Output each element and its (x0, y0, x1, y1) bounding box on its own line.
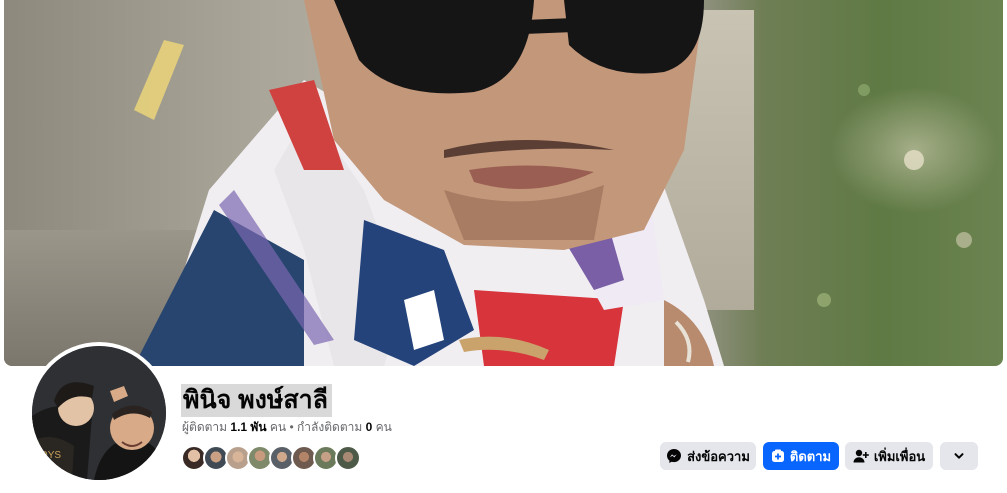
stats-separator: • (289, 420, 294, 434)
add-friend-button-label: เพิ่มเพื่อน (873, 448, 926, 464)
cover-person-illustration (134, 0, 972, 366)
followers-count: 1.1 พัน (230, 420, 267, 434)
more-options-button[interactable] (940, 442, 978, 470)
following-link[interactable]: กำลังติดตาม 0 คน (297, 420, 392, 434)
profile-name: พินิจ พงษ์สาลี (181, 384, 332, 417)
chevron-down-icon (954, 453, 964, 459)
follow-button[interactable]: ติดตาม (763, 442, 839, 470)
followers-unit: คน (269, 420, 287, 434)
following-unit: คน (375, 420, 392, 434)
message-button[interactable]: ส่งข้อความ (660, 442, 756, 470)
add-friend-button[interactable]: เพิ่มเพื่อน (845, 442, 933, 470)
profile-avatar[interactable]: TOYS (32, 346, 166, 480)
add-friend-icon (853, 449, 869, 463)
profile-avatar-ring[interactable]: TOYS (28, 342, 170, 484)
followers-label: ผู้ติดตาม (182, 420, 228, 434)
followers-link[interactable]: ผู้ติดตาม 1.1 พัน คน (182, 420, 286, 434)
follow-icon (771, 449, 784, 462)
friend-avatars (181, 445, 361, 471)
message-button-label: ส่งข้อความ (687, 448, 750, 464)
following-count: 0 (365, 420, 373, 434)
profile-stats: ผู้ติดตาม 1.1 พัน คน • กำลังติดตาม 0 คน (182, 420, 392, 435)
messenger-icon (667, 449, 682, 463)
cover-photo[interactable] (4, 0, 1003, 366)
profile-avatar-illustration: TOYS (32, 346, 166, 480)
friend-avatar[interactable] (335, 445, 361, 471)
svg-text:TOYS: TOYS (34, 450, 61, 461)
following-label: กำลังติดตาม (297, 420, 363, 434)
follow-button-label: ติดตาม (789, 448, 832, 464)
